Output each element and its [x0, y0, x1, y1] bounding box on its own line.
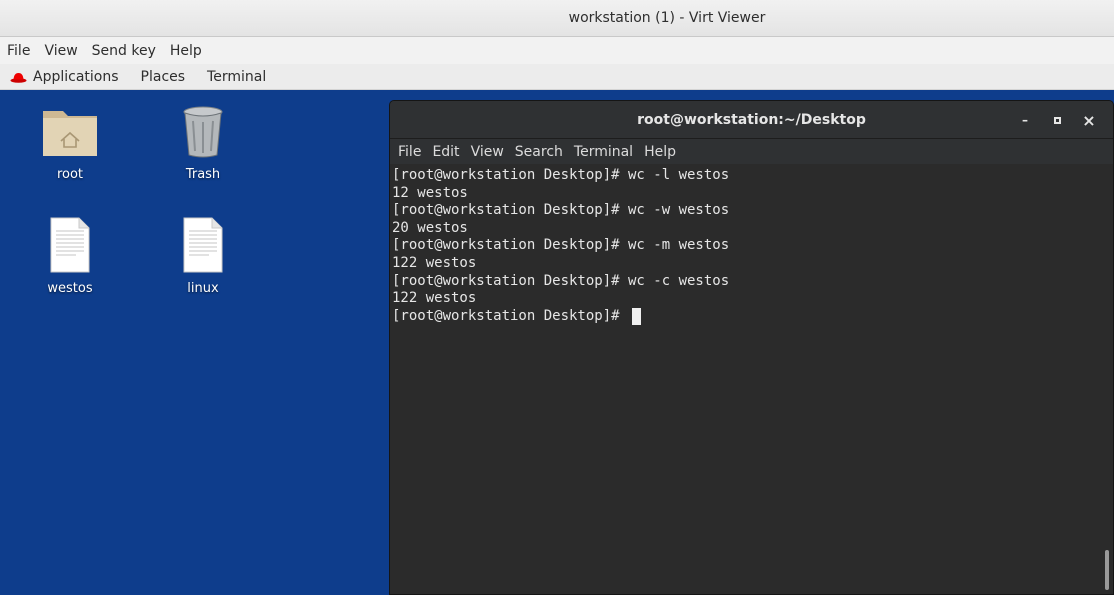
- terminal-line: 122 westos: [392, 254, 477, 271]
- terminal-line: [root@workstation Desktop]# wc -c westos: [392, 272, 730, 289]
- close-icon[interactable]: ×: [1073, 108, 1105, 132]
- viewer-titlebar: workstation (1) - Virt Viewer: [0, 0, 1114, 37]
- desktop-icon-label: linux: [187, 281, 219, 296]
- places-label: Places: [140, 68, 186, 85]
- desktop-icon-trash[interactable]: Trash: [158, 105, 248, 182]
- terminal-line: 12 westos: [392, 184, 468, 201]
- window-controls: – ×: [1009, 101, 1105, 139]
- terminal-app-menu[interactable]: Terminal: [207, 69, 266, 85]
- terminal-prompt: [root@workstation Desktop]#: [392, 307, 629, 324]
- desktop-icon-label: westos: [47, 281, 93, 296]
- terminal-line: [root@workstation Desktop]# wc -l westos: [392, 167, 730, 183]
- terminal-menu-search[interactable]: Search: [515, 144, 563, 160]
- terminal-menu-terminal[interactable]: Terminal: [574, 144, 633, 160]
- terminal-title: root@workstation:~/Desktop: [637, 111, 866, 128]
- terminal-line: [root@workstation Desktop]# wc -m westos: [392, 237, 730, 254]
- minimize-icon[interactable]: –: [1009, 108, 1041, 132]
- desktop-icon-label: Trash: [185, 167, 221, 182]
- terminal-menu-file[interactable]: File: [398, 144, 421, 160]
- scrollbar-thumb[interactable]: [1105, 550, 1109, 590]
- maximize-square: [1053, 116, 1061, 124]
- desktop-icon-westos[interactable]: westos: [25, 217, 115, 296]
- terminal-line: [root@workstation Desktop]# wc -w westos: [392, 202, 730, 219]
- terminal-line: 122 westos: [392, 290, 477, 307]
- viewer-menu-file[interactable]: File: [7, 43, 30, 59]
- terminal-line: 20 westos: [392, 219, 468, 236]
- trash-icon: [183, 106, 223, 158]
- applications-label: Applications: [33, 68, 119, 85]
- viewer-title: workstation (1) - Virt Viewer: [568, 10, 766, 26]
- places-menu[interactable]: Places: [141, 69, 186, 85]
- viewer-menu-help[interactable]: Help: [170, 43, 202, 59]
- viewer-menubar: File View Send key Help: [0, 37, 1114, 64]
- gnome-top-bar: Applications Places Terminal: [0, 64, 1114, 90]
- text-file-icon: [50, 217, 90, 273]
- viewer-menu-view[interactable]: View: [44, 43, 77, 59]
- desktop-icon-label: root: [56, 167, 84, 182]
- terminal-menu-help[interactable]: Help: [644, 144, 676, 160]
- terminal-menu-view[interactable]: View: [471, 144, 504, 160]
- terminal-cursor: [632, 307, 642, 325]
- terminal-window[interactable]: root@workstation:~/Desktop – × File Edit…: [389, 100, 1114, 595]
- desktop-icon-root[interactable]: root: [25, 105, 115, 182]
- terminal-menubar: File Edit View Search Terminal Help: [390, 139, 1113, 164]
- terminal-output[interactable]: [root@workstation Desktop]# wc -l westos…: [390, 164, 1101, 594]
- maximize-icon[interactable]: [1041, 108, 1073, 132]
- text-file-icon: [183, 217, 223, 273]
- terminal-app-label: Terminal: [207, 68, 267, 85]
- applications-menu[interactable]: Applications: [10, 69, 119, 85]
- terminal-scrollbar[interactable]: [1101, 164, 1113, 594]
- terminal-prompt-line: [root@workstation Desktop]#: [392, 307, 1101, 326]
- home-folder-icon: [43, 111, 97, 156]
- viewer-menu-send-key[interactable]: Send key: [92, 43, 156, 59]
- desktop-icon-linux[interactable]: linux: [158, 217, 248, 296]
- terminal-titlebar[interactable]: root@workstation:~/Desktop – ×: [390, 101, 1113, 139]
- terminal-menu-edit[interactable]: Edit: [432, 144, 459, 160]
- redhat-icon: [10, 72, 27, 83]
